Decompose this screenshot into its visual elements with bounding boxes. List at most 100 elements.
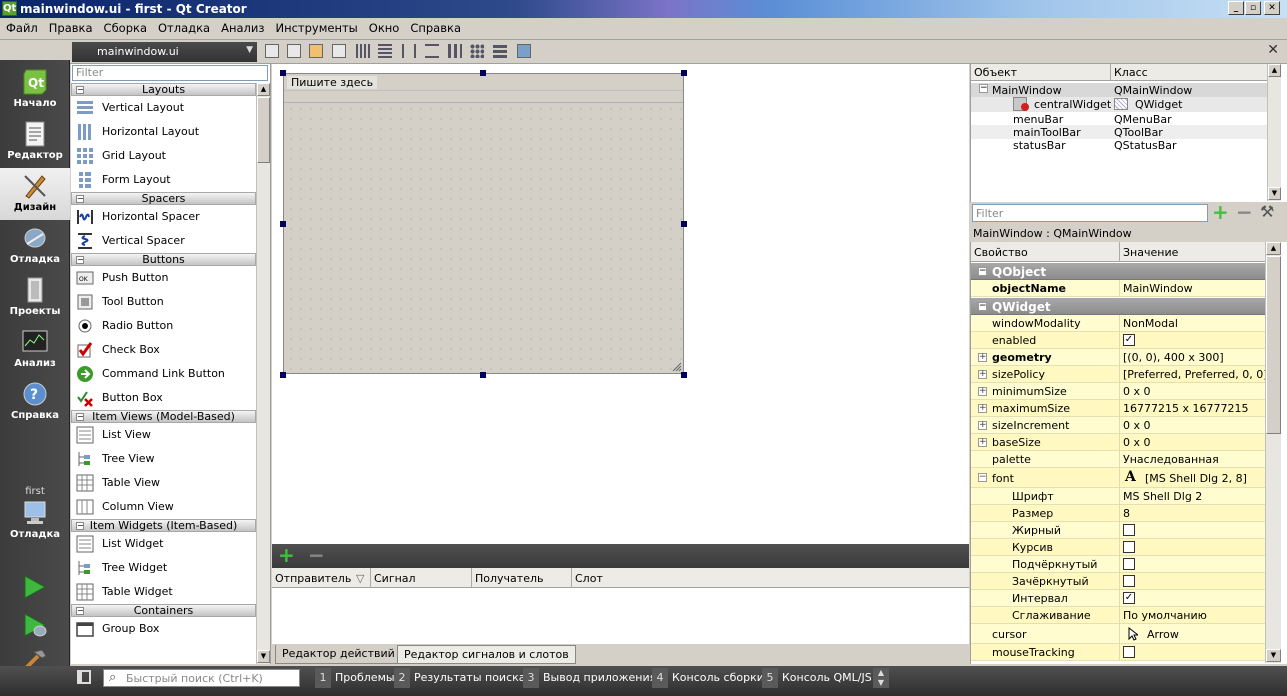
output-tab-compile-output[interactable]: 4 Консоль сборки bbox=[652, 668, 764, 688]
selection-handle-n[interactable] bbox=[480, 70, 486, 76]
prop-mousetracking[interactable]: mouseTracking bbox=[971, 644, 1265, 661]
quick-search-input[interactable]: ⌕ Быстрый поиск (Ctrl+K) bbox=[103, 669, 300, 687]
widget-list-view[interactable]: List View bbox=[71, 423, 256, 447]
category-spacers[interactable]: − Spacers bbox=[71, 192, 256, 205]
main-window-form[interactable]: Пишите здесь bbox=[283, 73, 684, 374]
menu-window[interactable]: Окно bbox=[363, 18, 405, 35]
widget-check-box[interactable]: Check Box bbox=[71, 338, 256, 362]
prop-font-antialiasing[interactable]: Сглаживание По умолчанию bbox=[971, 607, 1265, 624]
prop-font[interactable]: − font A [MS Shell Dlg 2, 8] bbox=[971, 468, 1265, 488]
widget-table-view[interactable]: Table View bbox=[71, 471, 256, 495]
collapse-icon[interactable]: − bbox=[978, 302, 987, 311]
prop-font-strikeout[interactable]: Зачёркнутый bbox=[971, 573, 1265, 590]
layout-splitter-v-icon[interactable] bbox=[425, 44, 439, 58]
menu-tools[interactable]: Инструменты bbox=[269, 18, 362, 35]
target-selector[interactable]: first Отладка bbox=[0, 484, 70, 548]
scroll-up-icon[interactable]: ▲ bbox=[1268, 64, 1281, 77]
layout-vertical-icon[interactable] bbox=[378, 44, 392, 58]
size-grip-icon[interactable] bbox=[671, 361, 682, 372]
selection-handle-se[interactable] bbox=[681, 372, 687, 378]
run-icon[interactable] bbox=[20, 574, 48, 600]
form-toolbar[interactable] bbox=[284, 92, 683, 103]
close-window-button[interactable]: ✕ bbox=[1264, 1, 1280, 15]
expand-icon[interactable]: + bbox=[978, 353, 987, 362]
mode-welcome[interactable]: Qt Начало bbox=[0, 64, 70, 116]
menu-edit[interactable]: Правка bbox=[43, 18, 98, 35]
remove-dynamic-property-icon[interactable]: − bbox=[1236, 200, 1253, 224]
scroll-up-icon[interactable]: ▲ bbox=[257, 83, 270, 96]
expand-icon[interactable]: + bbox=[978, 404, 987, 413]
prop-minimumsize[interactable]: + minimumSize 0 x 0 bbox=[971, 383, 1265, 400]
widget-box-scrollbar[interactable]: ▲ ▼ bbox=[256, 83, 270, 664]
tab-action-editor[interactable]: Редактор действий bbox=[275, 645, 402, 664]
widget-horizontal-layout[interactable]: Horizontal Layout bbox=[71, 120, 256, 144]
prop-basesize[interactable]: + baseSize 0 x 0 bbox=[971, 434, 1265, 451]
widget-push-button[interactable]: OK Push Button bbox=[71, 266, 256, 290]
menu-analyze[interactable]: Анализ bbox=[215, 18, 269, 35]
col-sender[interactable]: Отправитель bbox=[275, 572, 351, 585]
object-row-mainwindow[interactable]: − MainWindow QMainWindow bbox=[971, 83, 1267, 97]
selection-handle-e[interactable] bbox=[681, 221, 687, 227]
scroll-down-icon[interactable]: ▼ bbox=[1266, 649, 1281, 662]
prop-sizeincrement[interactable]: + sizeIncrement 0 x 0 bbox=[971, 417, 1265, 434]
edit-buddies-icon[interactable] bbox=[309, 44, 323, 58]
scrollbar-thumb[interactable] bbox=[257, 97, 270, 163]
widget-button-box[interactable]: Button Box bbox=[71, 386, 256, 410]
selection-handle-sw[interactable] bbox=[280, 372, 286, 378]
collapse-icon[interactable]: − bbox=[978, 473, 987, 482]
expand-icon[interactable]: + bbox=[978, 421, 987, 430]
remove-connection-icon[interactable]: − bbox=[308, 545, 325, 565]
selection-handle-ne[interactable] bbox=[681, 70, 687, 76]
widget-group-box[interactable]: Group Box bbox=[71, 617, 256, 641]
selection-handle-nw[interactable] bbox=[280, 70, 286, 76]
prop-cursor[interactable]: cursor Arrow bbox=[971, 624, 1265, 644]
scroll-up-icon[interactable]: ▲ bbox=[1266, 242, 1281, 255]
kerning-checkbox[interactable]: ✓ bbox=[1123, 592, 1135, 604]
configure-wrench-icon[interactable]: ⚒ bbox=[1260, 202, 1274, 221]
widget-vertical-spacer[interactable]: Vertical Spacer bbox=[71, 229, 256, 253]
category-item-widgets[interactable]: − Item Widgets (Item-Based) bbox=[71, 519, 256, 532]
layout-form-icon[interactable] bbox=[448, 44, 462, 58]
property-filter-input[interactable]: Filter bbox=[972, 204, 1208, 222]
mode-design[interactable]: Дизайн bbox=[0, 168, 70, 220]
prop-maximumsize[interactable]: + maximumSize 16777215 x 16777215 bbox=[971, 400, 1265, 417]
edit-tab-order-icon[interactable] bbox=[332, 44, 346, 58]
col-class[interactable]: Класс bbox=[1114, 66, 1148, 79]
break-layout-icon[interactable] bbox=[493, 44, 507, 58]
widget-column-view[interactable]: Column View bbox=[71, 495, 256, 519]
menu-debug[interactable]: Отладка bbox=[152, 18, 215, 35]
widget-vertical-layout[interactable]: Vertical Layout bbox=[71, 96, 256, 120]
object-inspector-scrollbar[interactable]: ▲ ▼ bbox=[1267, 64, 1281, 201]
open-documents-combo[interactable]: mainwindow.ui ▼ bbox=[72, 42, 257, 62]
tab-signal-slot-editor[interactable]: Редактор сигналов и слотов bbox=[397, 645, 576, 664]
minimize-button[interactable]: _ bbox=[1228, 1, 1244, 15]
edit-signals-icon[interactable] bbox=[287, 44, 301, 58]
mousetracking-checkbox[interactable] bbox=[1123, 646, 1135, 658]
object-row-maintoolbar[interactable]: mainToolBar QToolBar bbox=[971, 125, 1267, 139]
scroll-down-icon[interactable]: ▼ bbox=[1268, 187, 1281, 200]
expand-icon[interactable]: + bbox=[978, 387, 987, 396]
underline-checkbox[interactable] bbox=[1123, 558, 1135, 570]
widget-radio-button[interactable]: Radio Button bbox=[71, 314, 256, 338]
col-receiver[interactable]: Получатель bbox=[475, 572, 543, 585]
output-tab-issues[interactable]: 1 Проблемы bbox=[315, 668, 395, 688]
layout-horizontal-icon[interactable] bbox=[356, 44, 370, 58]
layout-splitter-h-icon[interactable] bbox=[402, 44, 416, 58]
scrollbar-thumb[interactable] bbox=[1266, 256, 1281, 434]
add-dynamic-property-icon[interactable]: + bbox=[1212, 200, 1229, 224]
prop-enabled[interactable]: enabled ✓ bbox=[971, 332, 1265, 349]
menu-build[interactable]: Сборка bbox=[98, 18, 152, 35]
col-property[interactable]: Свойство bbox=[974, 246, 1028, 259]
mode-analyze[interactable]: Анализ bbox=[0, 324, 70, 376]
italic-checkbox[interactable] bbox=[1123, 541, 1135, 553]
prop-font-family[interactable]: Шрифт MS Shell Dlg 2 bbox=[971, 488, 1265, 505]
category-containers[interactable]: − Containers bbox=[71, 604, 256, 617]
widget-tree-view[interactable]: Tree View bbox=[71, 447, 256, 471]
col-slot[interactable]: Слот bbox=[575, 572, 603, 585]
strikeout-checkbox[interactable] bbox=[1123, 575, 1135, 587]
mode-projects[interactable]: Проекты bbox=[0, 272, 70, 324]
edit-widgets-icon[interactable] bbox=[265, 44, 279, 58]
col-object[interactable]: Объект bbox=[974, 66, 1017, 79]
prop-objectname[interactable]: objectName MainWindow bbox=[971, 280, 1265, 297]
expand-icon[interactable]: + bbox=[978, 370, 987, 379]
